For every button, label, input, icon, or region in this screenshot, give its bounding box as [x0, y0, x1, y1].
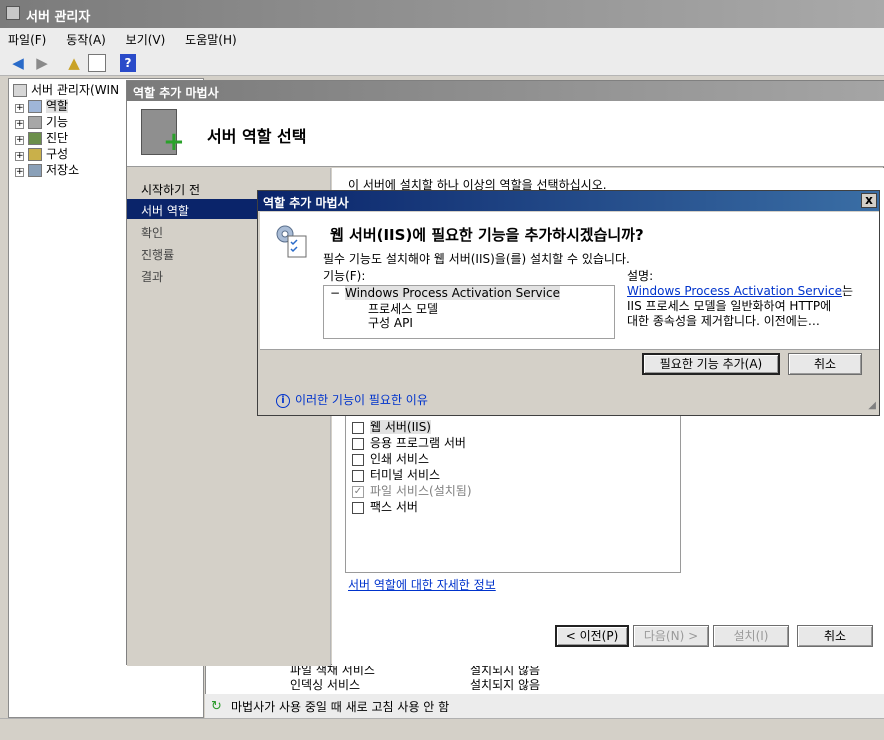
- role-label: 터미널 서비스: [370, 468, 441, 482]
- tree-item-configuration[interactable]: + 구성: [15, 145, 68, 161]
- role-checkbox: ✓: [352, 485, 364, 498]
- wizard-titlebar: 역할 추가 마법사: [127, 81, 884, 101]
- main-titlebar: 서버 관리자: [0, 0, 884, 28]
- refresh-status: ↻ 마법사가 사용 중일 때 새로 고침 사용 안 함: [205, 694, 884, 718]
- tree-root[interactable]: 서버 관리자(WIN: [13, 81, 119, 97]
- role-checkbox[interactable]: [352, 437, 364, 450]
- role-checkbox[interactable]: [352, 453, 364, 466]
- dialog-subtitle: 필수 기능도 설치해야 웹 서버(IIS)을(를) 설치할 수 있습니다.: [323, 252, 630, 266]
- expand-icon[interactable]: +: [15, 136, 24, 145]
- service-name: 인덱싱 서비스: [290, 678, 361, 692]
- roles-list: 웹 서버(IIS) 응용 프로그램 서버 인쇄 서비스 터미널 서비스 ✓ 파일 …: [345, 401, 681, 573]
- server-manager-icon: [6, 6, 20, 20]
- add-required-features-button[interactable]: 필요한 기능 추가(A): [642, 353, 780, 375]
- why-required-line[interactable]: i 이러한 기능이 필요한 이유: [276, 391, 428, 408]
- tree-item-storage[interactable]: + 저장소: [15, 161, 79, 177]
- role-label: 파일 서비스(설치됨): [370, 484, 472, 498]
- feature-parent-label: Windows Process Activation Service: [345, 286, 560, 300]
- status-bar: [0, 718, 884, 740]
- role-label: 인쇄 서비스: [370, 452, 430, 466]
- role-checkbox[interactable]: [352, 469, 364, 482]
- resize-grip-icon[interactable]: ◢: [864, 400, 876, 412]
- dialog-title: 역할 추가 마법사: [263, 196, 349, 210]
- why-required-link[interactable]: 이러한 기능이 필요한 이유: [295, 393, 428, 407]
- features-gear-icon: [274, 222, 308, 258]
- collapse-icon[interactable]: −: [330, 286, 340, 300]
- window-title: 서버 관리자: [26, 10, 91, 25]
- features-icon: [28, 116, 42, 129]
- diagnostics-icon: [28, 132, 42, 145]
- description-line: IIS 프로세스 모델을 일반화하여 HTTP에: [627, 299, 832, 313]
- dialog-body: 웹 서버(IIS)에 필요한 기능을 추가하시겠습니까? 필수 기능도 설치해야…: [260, 212, 879, 349]
- role-label: 웹 서버(IIS): [370, 420, 431, 434]
- description-text: Windows Process Activation Service는 IIS …: [627, 284, 859, 329]
- install-button: 설치(I): [713, 625, 789, 647]
- info-icon: i: [276, 393, 290, 408]
- tree-item-label: 구성: [46, 147, 69, 161]
- role-label: 팩스 서버: [370, 500, 418, 514]
- service-status: 설치되지 않음: [470, 678, 541, 692]
- tree-item-label: 저장소: [46, 163, 80, 177]
- tree-item-label: 기능: [46, 115, 69, 129]
- add-features-dialog: 역할 추가 마법사 x 웹 서버(IIS)에 필요한 기능을 추가하시겠습니까?…: [257, 190, 880, 416]
- role-fax-server[interactable]: 팩스 서버: [352, 498, 418, 514]
- toolbar: ◀ ▶ ▲ ?: [0, 50, 884, 76]
- features-tree: − Windows Process Activation Service 프로세스…: [323, 285, 615, 339]
- show-hide-tree-icon[interactable]: [88, 54, 106, 72]
- role-file-services: ✓ 파일 서비스(설치됨): [352, 482, 472, 498]
- menu-view[interactable]: 보기(V): [118, 28, 174, 48]
- menu-bar: 파일(F) 동작(A) 보기(V) 도움말(H): [0, 28, 884, 50]
- features-label: 기능(F):: [323, 269, 366, 283]
- description-link[interactable]: Windows Process Activation Service: [627, 284, 842, 298]
- configuration-icon: [28, 148, 42, 161]
- back-arrow-icon[interactable]: ◀: [8, 53, 28, 73]
- prev-button[interactable]: < 이전(P): [555, 625, 629, 647]
- up-folder-icon[interactable]: ▲: [64, 53, 84, 73]
- wizard-title: 역할 추가 마법사: [133, 86, 219, 100]
- dialog-titlebar: 역할 추가 마법사: [258, 191, 879, 211]
- menu-help[interactable]: 도움말(H): [177, 28, 245, 48]
- role-checkbox[interactable]: [352, 421, 364, 434]
- more-info-link[interactable]: 서버 역할에 대한 자세한 정보: [348, 576, 496, 593]
- plus-icon: +: [163, 127, 185, 157]
- wizard-cancel-button[interactable]: 취소: [797, 625, 873, 647]
- expand-icon[interactable]: +: [15, 168, 24, 177]
- dialog-cancel-button[interactable]: 취소: [788, 353, 862, 375]
- expand-icon[interactable]: +: [15, 152, 24, 161]
- wizard-page-title: 서버 역할 선택: [207, 127, 307, 146]
- forward-arrow-icon[interactable]: ▶: [32, 53, 52, 73]
- menu-action[interactable]: 동작(A): [58, 28, 114, 48]
- wizard-header: + 서버 역할 선택: [127, 101, 884, 167]
- server-icon: [13, 84, 27, 97]
- dialog-button-row: 필요한 기능 추가(A) 취소: [260, 349, 879, 381]
- help-icon[interactable]: ?: [120, 54, 136, 72]
- tree-item-roles[interactable]: + 역할: [15, 97, 69, 113]
- menu-file[interactable]: 파일(F): [0, 28, 54, 48]
- role-checkbox[interactable]: [352, 501, 364, 514]
- tree-item-features[interactable]: + 기능: [15, 113, 68, 129]
- feature-parent[interactable]: − Windows Process Activation Service: [330, 286, 560, 300]
- expand-icon[interactable]: +: [15, 104, 24, 113]
- description-suffix: 는: [841, 284, 854, 298]
- role-web-server[interactable]: 웹 서버(IIS): [352, 418, 431, 434]
- expand-icon[interactable]: +: [15, 120, 24, 129]
- refresh-icon: ↻: [211, 699, 222, 714]
- next-button: 다음(N) >: [633, 625, 709, 647]
- tree-item-label: 진단: [46, 131, 69, 145]
- role-application-server[interactable]: 응용 프로그램 서버: [352, 434, 466, 450]
- tree-item-label: 역할: [46, 99, 69, 113]
- refresh-status-text: 마법사가 사용 중일 때 새로 고침 사용 안 함: [231, 700, 450, 714]
- storage-icon: [28, 164, 42, 177]
- role-label: 응용 프로그램 서버: [370, 436, 466, 450]
- dialog-close-button[interactable]: x: [861, 193, 877, 208]
- description-label: 설명:: [627, 269, 654, 283]
- tree-root-label: 서버 관리자(WIN: [31, 83, 120, 97]
- dialog-question: 웹 서버(IIS)에 필요한 기능을 추가하시겠습니까?: [330, 226, 644, 244]
- feature-child: 구성 API: [368, 316, 413, 330]
- roles-icon: [28, 100, 42, 113]
- tree-item-diagnostics[interactable]: + 진단: [15, 129, 68, 145]
- role-print-services[interactable]: 인쇄 서비스: [352, 450, 429, 466]
- role-terminal-services[interactable]: 터미널 서비스: [352, 466, 440, 482]
- description-line: 대한 종속성을 제거합니다. 이전에는…: [627, 314, 820, 328]
